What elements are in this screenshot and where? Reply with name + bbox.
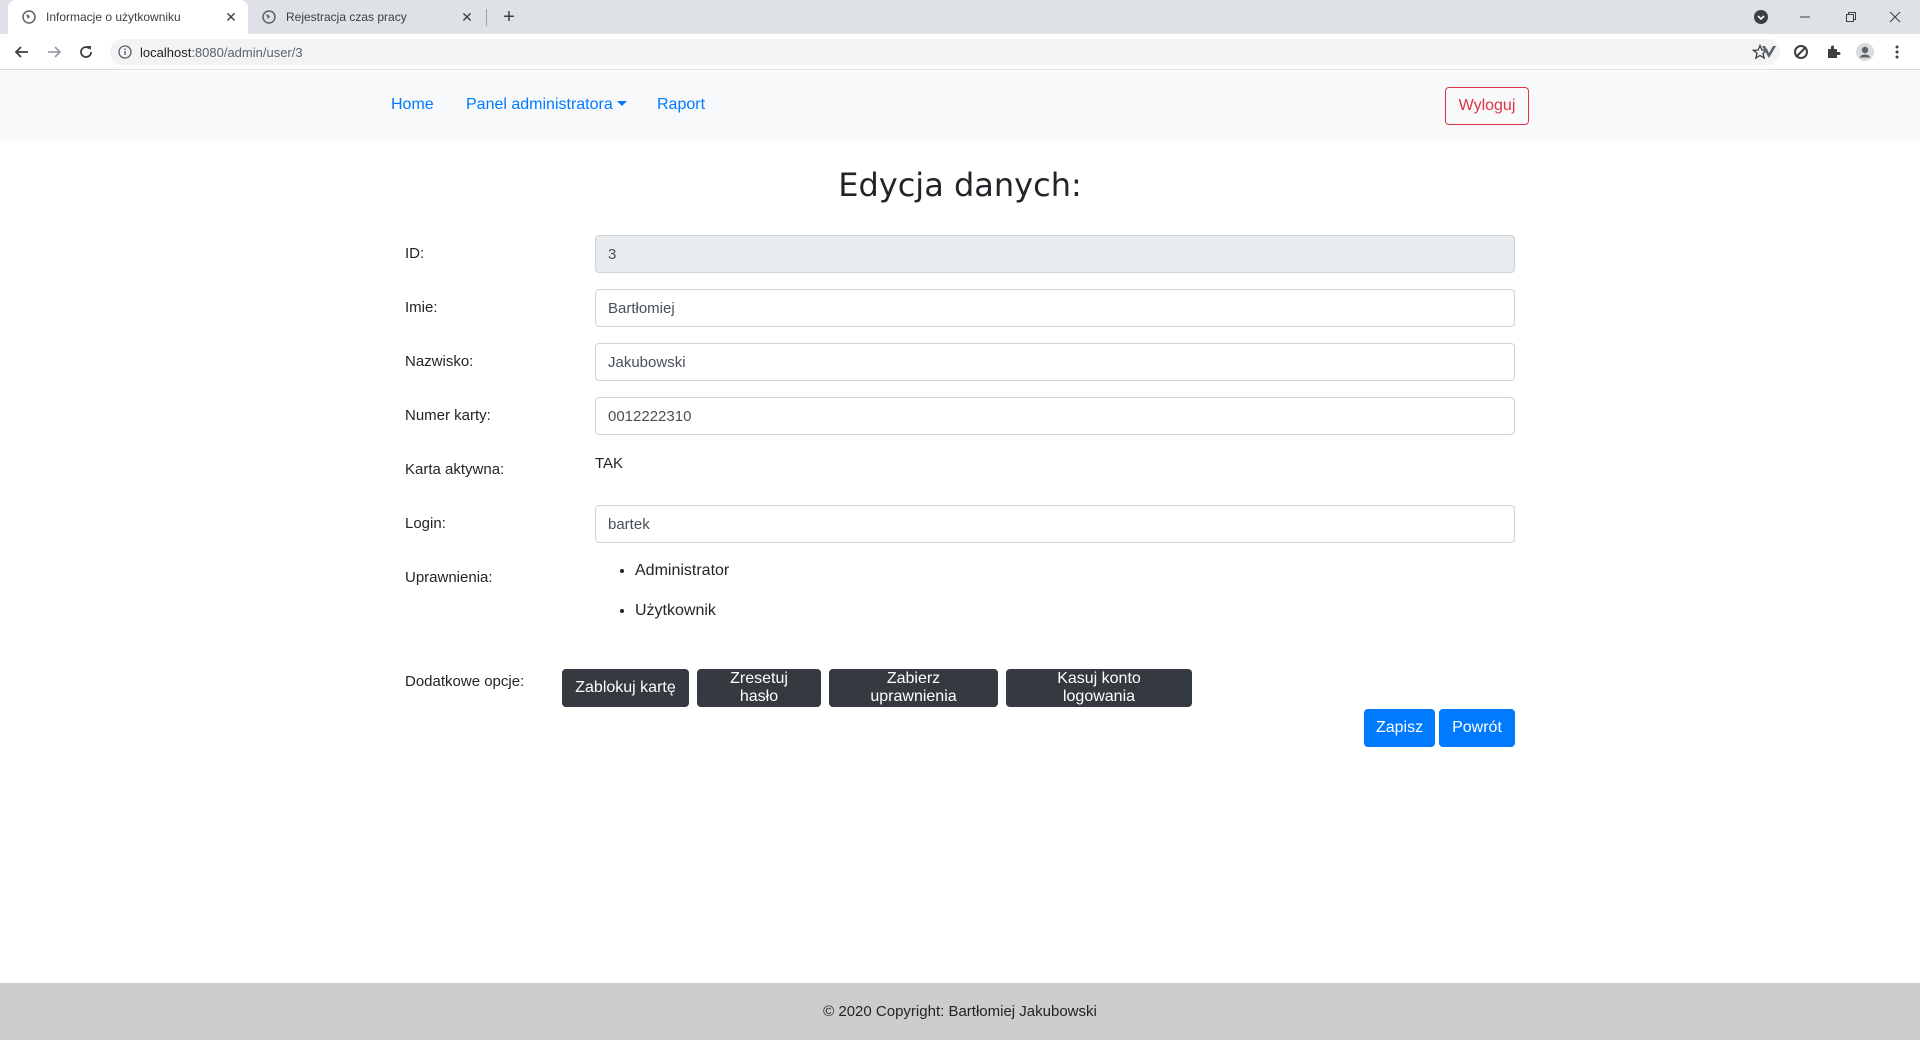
card-active-label: Karta aktywna: (405, 461, 505, 478)
extra-options-label: Dodatkowe opcje: (405, 673, 525, 690)
block-card-button[interactable]: Zablokuj kartę (562, 669, 689, 707)
site-navbar: Home Panel administratora Raport Wyloguj (0, 71, 1920, 141)
url-host: localhost (140, 44, 192, 60)
restore-icon[interactable] (1828, 0, 1874, 34)
browser-tab-active[interactable]: Informacje o użytkowniku ✕ (8, 0, 248, 34)
nav-home[interactable]: Home (391, 96, 434, 114)
more-menu-icon[interactable] (1887, 42, 1907, 62)
page-title: Edycja danych: (838, 166, 1082, 204)
first-name-label: Imie: (405, 299, 438, 316)
card-number-field[interactable] (595, 397, 1515, 435)
last-name-label: Nazwisko: (405, 353, 474, 370)
permissions-list: Administrator Użytkownik (635, 560, 729, 640)
card-active-value: TAK (595, 455, 624, 472)
url-path: :8080/admin/user/3 (191, 44, 303, 60)
tab-separator (486, 9, 487, 26)
close-icon[interactable]: ✕ (222, 8, 240, 26)
permission-item: Administrator (635, 560, 729, 600)
permission-item: Użytkownik (635, 600, 729, 640)
minimize-icon[interactable] (1782, 0, 1828, 34)
revoke-permissions-button[interactable]: Zabierz uprawnienia (829, 669, 998, 707)
profile-avatar-icon[interactable] (1855, 42, 1875, 62)
tab-title: Informacje o użytkowniku (46, 10, 181, 24)
extensions-puzzle-icon[interactable] (1823, 42, 1843, 62)
caret-down-icon (616, 101, 627, 106)
site-info-icon[interactable] (118, 45, 132, 59)
nav-admin-panel-label: Panel administratora (466, 96, 613, 113)
reset-password-button[interactable]: Zresetuj hasło (697, 669, 821, 707)
login-field[interactable] (595, 505, 1515, 543)
back-button[interactable]: Powrót (1439, 709, 1515, 747)
globe-icon (22, 10, 36, 24)
footer-copyright: © 2020 Copyright: Bartłomiej Jakubowski (823, 1003, 1097, 1020)
address-bar[interactable]: localhost:8080/admin/user/3 (110, 39, 1780, 65)
window-close-icon[interactable] (1872, 0, 1918, 34)
reload-icon[interactable] (74, 40, 98, 64)
card-number-label: Numer karty: (405, 407, 491, 424)
tab-title: Rejestracja czas pracy (286, 10, 407, 24)
browser-toolbar: localhost:8080/admin/user/3 (0, 34, 1920, 70)
permissions-label: Uprawnienia: (405, 569, 493, 586)
browser-tab-bar: Informacje o użytkowniku ✕ Rejestracja c… (0, 0, 1920, 34)
first-name-field[interactable] (595, 289, 1515, 327)
new-tab-icon[interactable]: + (498, 6, 520, 28)
sync-extension-icon[interactable] (1791, 42, 1811, 62)
save-button[interactable]: Zapisz (1364, 709, 1435, 747)
back-arrow-icon[interactable] (10, 40, 34, 64)
nav-report[interactable]: Raport (657, 96, 705, 114)
nav-admin-panel-dropdown[interactable]: Panel administratora (466, 96, 627, 114)
id-field (595, 235, 1515, 273)
url-text: localhost:8080/admin/user/3 (140, 45, 303, 60)
id-label: ID: (405, 245, 425, 262)
last-name-field[interactable] (595, 343, 1515, 381)
vue-extension-icon[interactable] (1759, 42, 1779, 62)
tab-search-icon[interactable] (1738, 0, 1784, 34)
delete-login-account-button[interactable]: Kasuj konto logowania (1006, 669, 1192, 707)
footer: © 2020 Copyright: Bartłomiej Jakubowski (0, 983, 1920, 1040)
login-label: Login: (405, 515, 446, 532)
close-icon[interactable]: ✕ (458, 8, 476, 26)
globe-icon (262, 10, 276, 24)
browser-tab[interactable]: Rejestracja czas pracy ✕ (248, 0, 484, 34)
forward-arrow-icon[interactable] (42, 40, 66, 64)
logout-button[interactable]: Wyloguj (1445, 87, 1529, 125)
